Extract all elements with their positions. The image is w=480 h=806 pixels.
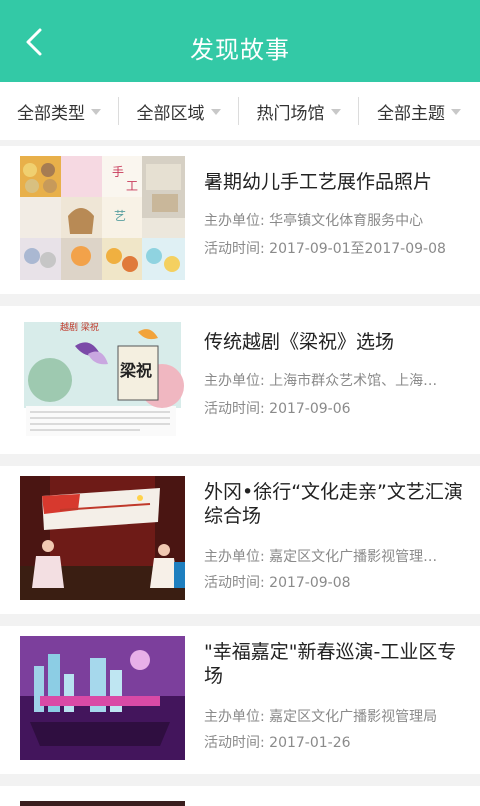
filter-region-label: 全部区域 xyxy=(136,103,205,124)
list-item[interactable]: 梁祝 越剧 梁祝 传统越剧《梁祝》选场 主办单位: 上海市群众艺术馆、上海… 活… xyxy=(0,306,480,454)
story-thumbnail: 手 工 艺 xyxy=(20,156,185,280)
list-item[interactable]: 外冈•徐行“文化走亲”文艺汇演综合场 主办单位: 嘉定区文化广播影视管理… 活动… xyxy=(0,466,480,614)
story-time: 活动时间: 2017-09-01至2017-09-08 xyxy=(204,241,446,257)
filter-venue-label: 热门场馆 xyxy=(256,103,325,124)
list-item[interactable] xyxy=(0,786,480,806)
filter-type[interactable]: 全部类型 xyxy=(0,82,118,140)
caret-down-icon xyxy=(330,109,341,115)
poster-heading: 越剧 梁祝 xyxy=(60,321,99,333)
story-thumbnail xyxy=(20,796,185,806)
filter-venue[interactable]: 热门场馆 xyxy=(239,82,358,140)
filter-theme-label: 全部主题 xyxy=(377,103,445,124)
story-thumbnail: 梁祝 越剧 梁祝 xyxy=(20,316,185,440)
story-title: "幸福嘉定"新春巡演-工业区专场 xyxy=(204,641,457,687)
story-organizer: 主办单位: 华亭镇文化体育服务中心 xyxy=(204,213,424,229)
story-organizer: 主办单位: 嘉定区文化广播影视管理… xyxy=(204,549,438,565)
list-item[interactable]: "幸福嘉定"新春巡演-工业区专场 主办单位: 嘉定区文化广播影视管理局 活动时间… xyxy=(0,626,480,774)
svg-text:手: 手 xyxy=(112,165,124,179)
caret-down-icon xyxy=(210,109,221,115)
page-title: 发现故事 xyxy=(190,36,290,64)
list-item[interactable]: 手 工 艺 暑期幼儿手工艺展作品照片 主办单位: 华亭镇文化体育服务中心 活动时… xyxy=(0,146,480,294)
caret-down-icon xyxy=(91,109,101,115)
caret-down-icon xyxy=(451,109,461,115)
svg-text:艺: 艺 xyxy=(114,209,126,223)
story-time: 活动时间: 2017-01-26 xyxy=(204,735,351,751)
story-thumbnail xyxy=(20,476,185,600)
story-organizer: 主办单位: 上海市群众艺术馆、上海… xyxy=(204,373,438,389)
story-time: 活动时间: 2017-09-06 xyxy=(204,401,351,417)
filter-region[interactable]: 全部区域 xyxy=(119,82,238,140)
story-title: 外冈•徐行“文化走亲”文艺汇演综合场 xyxy=(204,481,463,527)
story-time: 活动时间: 2017-09-08 xyxy=(204,575,351,591)
story-title: 暑期幼儿手工艺展作品照片 xyxy=(204,171,433,193)
svg-text:工: 工 xyxy=(126,179,138,193)
filter-bar: 全部类型 全部区域 热门场馆 全部主题 xyxy=(0,82,480,140)
story-title: 传统越剧《梁祝》选场 xyxy=(204,331,395,353)
filter-theme[interactable]: 全部主题 xyxy=(359,82,479,140)
story-organizer: 主办单位: 嘉定区文化广播影视管理局 xyxy=(204,709,438,725)
story-thumbnail xyxy=(20,636,185,760)
poster-title: 梁祝 xyxy=(119,361,152,380)
filter-type-label: 全部类型 xyxy=(17,103,85,124)
top-bar: 发现故事 xyxy=(0,0,480,82)
